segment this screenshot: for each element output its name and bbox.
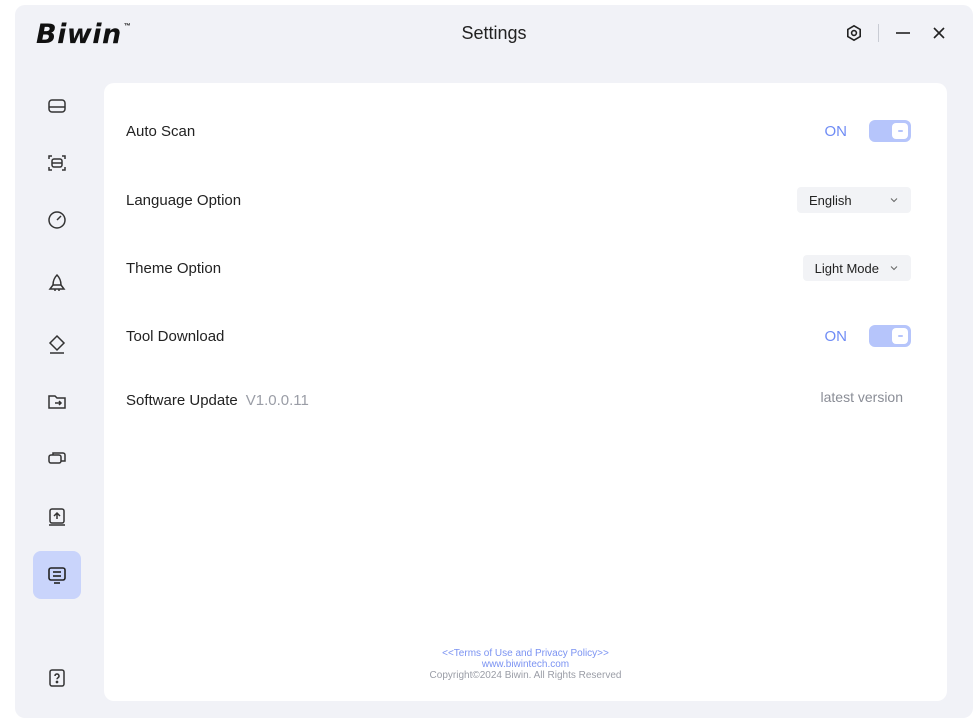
website-link[interactable]: www.biwintech.com <box>104 659 947 670</box>
theme-select[interactable]: Light Mode <box>802 255 911 281</box>
language-row: Language Option English <box>126 185 911 215</box>
software-update-info: Software Update V1.0.0.11 <box>126 392 309 409</box>
sidebar-item-clone[interactable] <box>33 434 81 482</box>
settings-monitor-icon <box>48 567 66 584</box>
window-controls <box>842 21 951 45</box>
auto-scan-state: ON <box>824 122 848 140</box>
chevron-down-icon <box>890 198 898 203</box>
sidebar-item-help[interactable] <box>33 654 81 702</box>
sidebar-item-speed[interactable] <box>33 196 81 244</box>
theme-row: Theme Option Light Mode <box>126 253 911 283</box>
software-update-row: Software Update V1.0.0.11 latest version <box>126 389 911 419</box>
auto-scan-control: ON <box>824 120 911 142</box>
close-icon[interactable] <box>927 21 951 45</box>
toggle-knob <box>892 328 908 344</box>
tool-download-state: ON <box>824 327 848 345</box>
tool-download-row: Tool Download ON <box>126 321 911 351</box>
theme-value: Light Mode <box>814 260 879 276</box>
eraser-icon <box>48 334 66 354</box>
folder-transfer-icon <box>48 395 66 409</box>
sidebar-item-settings[interactable] <box>33 551 81 599</box>
sidebar-item-erase[interactable] <box>33 320 81 368</box>
sidebar-item-disk[interactable] <box>33 82 81 130</box>
app-window: Biwin ™ Settings Auto Scan ON Language O… <box>15 5 973 718</box>
software-update-label: Software Update <box>126 392 238 409</box>
update-status: latest version <box>820 389 903 405</box>
toggle-knob <box>892 123 908 139</box>
speed-gauge-icon <box>48 211 66 229</box>
tool-download-label: Tool Download <box>126 327 225 345</box>
language-label: Language Option <box>126 191 242 209</box>
auto-scan-row: Auto Scan ON <box>126 116 911 146</box>
firmware-upload-icon <box>49 508 65 526</box>
terms-link[interactable]: <<Terms of Use and Privacy Policy>> <box>104 648 947 659</box>
disk-clone-icon <box>48 452 66 464</box>
sidebar-item-firmware[interactable] <box>33 493 81 541</box>
language-select[interactable]: English <box>797 187 911 213</box>
chevron-down-icon <box>890 266 898 271</box>
theme-label: Theme Option <box>126 259 222 277</box>
settings-icon[interactable] <box>842 21 866 45</box>
rocket-icon <box>48 273 66 291</box>
tool-download-control: ON <box>824 325 911 347</box>
auto-scan-label: Auto Scan <box>126 122 196 140</box>
help-icon <box>49 669 65 687</box>
auto-scan-toggle[interactable] <box>869 120 911 142</box>
sidebar-item-scan[interactable] <box>33 139 81 187</box>
software-version: V1.0.0.11 <box>245 392 309 409</box>
window-title: Settings <box>461 23 527 43</box>
tool-download-toggle[interactable] <box>869 325 911 347</box>
minimize-icon[interactable] <box>891 21 915 45</box>
sidebar-item-boost[interactable] <box>33 259 81 307</box>
sidebar-item-migrate[interactable] <box>33 377 81 425</box>
scan-icon <box>48 155 66 171</box>
copyright-text: Copyright©2024 Biwin. All Rights Reserve… <box>429 670 622 681</box>
control-divider <box>878 24 879 42</box>
drive-icon <box>48 99 66 113</box>
settings-panel: Auto Scan ON Language Option English The… <box>104 83 947 701</box>
footer: <<Terms of Use and Privacy Policy>> www.… <box>104 648 947 681</box>
language-value: English <box>809 192 852 208</box>
